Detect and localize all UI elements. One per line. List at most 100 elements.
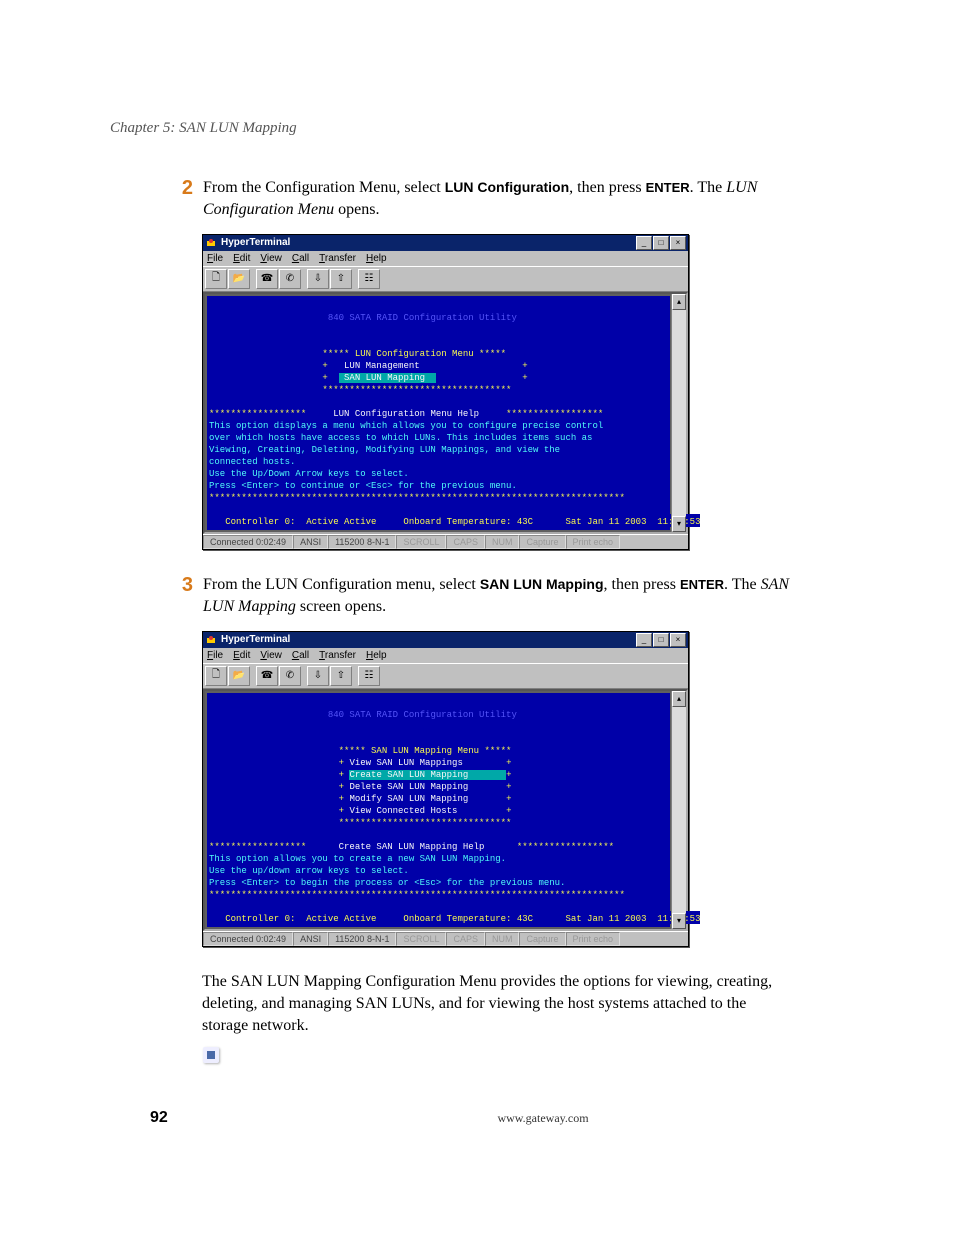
tool-open-icon[interactable]: 📂 (228, 269, 250, 289)
menu-item-modify-mapping[interactable]: Modify SAN LUN Mapping (349, 794, 468, 804)
tool-properties-icon[interactable]: ☷ (358, 666, 380, 686)
tool-properties-icon[interactable]: ☷ (358, 269, 380, 289)
help-header: LUN Configuration Menu Help (333, 409, 479, 419)
maximize-button[interactable]: □ (653, 633, 669, 647)
scroll-down-icon[interactable]: ▾ (672, 913, 686, 929)
menu-file[interactable]: File (207, 253, 223, 264)
menu-item-san-lun-mapping[interactable]: SAN LUN Mapping (339, 373, 436, 383)
app-icon (205, 634, 217, 646)
status-connected: Connected 0:02:49 (203, 932, 293, 946)
menu-item-delete-mapping[interactable]: Delete SAN LUN Mapping (349, 782, 468, 792)
status-print: Print echo (566, 535, 621, 549)
menu-help[interactable]: Help (366, 253, 387, 264)
menu-file[interactable]: File (207, 650, 223, 661)
help-line: Press <Enter> to continue or <Esc> for t… (209, 481, 517, 491)
help-header: Create SAN LUN Mapping Help (339, 842, 485, 852)
status-capture: Capture (519, 535, 565, 549)
close-button[interactable]: × (670, 236, 686, 250)
tool-connect-icon[interactable]: ☎ (256, 269, 278, 289)
window-titlebar: HyperTerminal _ □ × (203, 632, 688, 648)
help-line: Viewing, Creating, Deleting, Modifying L… (209, 445, 560, 455)
step-3: 3 From the LUN Configuration menu, selec… (110, 574, 844, 619)
scroll-down-icon[interactable]: ▾ (672, 516, 686, 532)
terminal-content[interactable]: 840 SATA RAID Configuration Utility ****… (207, 693, 670, 927)
vertical-scrollbar[interactable]: ▴ ▾ (671, 691, 686, 929)
page-footer: 92 www.gateway.com (110, 1109, 844, 1127)
app-icon (205, 237, 217, 249)
minimize-button[interactable]: _ (636, 633, 652, 647)
status-connected: Connected 0:02:49 (203, 535, 293, 549)
status-print: Print echo (566, 932, 621, 946)
status-emulation: ANSI (293, 932, 328, 946)
bold-label: SAN LUN Mapping (480, 576, 604, 592)
menu-item-view-mappings[interactable]: View SAN LUN Mappings (349, 758, 462, 768)
status-strip: Connected 0:02:49 ANSI 115200 8-N-1 SCRO… (203, 534, 688, 549)
help-line: This option displays a menu which allows… (209, 421, 603, 431)
menu-title: ***** SAN LUN Mapping Menu ***** (339, 746, 512, 756)
help-line: Press <Enter> to begin the process or <E… (209, 878, 565, 888)
menu-view[interactable]: View (260, 650, 282, 661)
hyperterminal-window: HyperTerminal _ □ × File Edit View Call … (202, 234, 689, 550)
help-line: This option allows you to create a new S… (209, 854, 506, 864)
status-caps: CAPS (446, 535, 485, 549)
step-text: From the LUN Configuration menu, select … (203, 574, 793, 619)
text: From the LUN Configuration menu, select (203, 576, 480, 593)
menu-help[interactable]: Help (366, 650, 387, 661)
tool-disconnect-icon[interactable]: ✆ (279, 269, 301, 289)
page-number: 92 (150, 1109, 242, 1127)
status-caps: CAPS (446, 932, 485, 946)
terminal-content[interactable]: 840 SATA RAID Configuration Utility ****… (207, 296, 670, 530)
status-baud: 115200 8-N-1 (328, 932, 396, 946)
menu-call[interactable]: Call (292, 253, 309, 264)
window-titlebar: HyperTerminal _ □ × (203, 235, 688, 251)
menu-item-create-mapping[interactable]: Create SAN LUN Mapping (349, 770, 506, 780)
tool-open-icon[interactable]: 📂 (228, 666, 250, 686)
screenshot-2: HyperTerminal _ □ × File Edit View Call … (202, 631, 844, 947)
menu-transfer[interactable]: Transfer (319, 253, 356, 264)
terminal-viewport: ▴ ▾ 840 SATA RAID Configuration Utility … (203, 292, 688, 534)
tool-send-icon[interactable]: ⇩ (307, 269, 329, 289)
summary-paragraph: The SAN LUN Mapping Configuration Menu p… (202, 971, 792, 1038)
status-num: NUM (485, 535, 520, 549)
tool-new-icon[interactable]: 🗋 (205, 269, 227, 289)
tool-receive-icon[interactable]: ⇧ (330, 666, 352, 686)
tool-connect-icon[interactable]: ☎ (256, 666, 278, 686)
footer-url: www.gateway.com (242, 1111, 844, 1126)
controller-status: Controller 0: Active Active Onboard Temp… (225, 914, 700, 924)
maximize-button[interactable]: □ (653, 236, 669, 250)
screenshot-1: HyperTerminal _ □ × File Edit View Call … (202, 234, 844, 550)
menu-transfer[interactable]: Transfer (319, 650, 356, 661)
close-button[interactable]: × (670, 633, 686, 647)
minimize-button[interactable]: _ (636, 236, 652, 250)
menu-item-view-hosts[interactable]: View Connected Hosts (349, 806, 457, 816)
window-title: HyperTerminal (221, 237, 636, 248)
menu-call[interactable]: Call (292, 650, 309, 661)
status-scroll: SCROLL (396, 535, 446, 549)
scroll-up-icon[interactable]: ▴ (672, 691, 686, 707)
step-number: 2 (165, 177, 193, 222)
status-baud: 115200 8-N-1 (328, 535, 396, 549)
tool-receive-icon[interactable]: ⇧ (330, 269, 352, 289)
vertical-scrollbar[interactable]: ▴ ▾ (671, 294, 686, 532)
scroll-up-icon[interactable]: ▴ (672, 294, 686, 310)
status-emulation: ANSI (293, 535, 328, 549)
text: opens. (334, 201, 379, 218)
tool-send-icon[interactable]: ⇩ (307, 666, 329, 686)
step-2: 2 From the Configuration Menu, select LU… (110, 177, 844, 222)
menu-item-lun-management[interactable]: LUN Management (344, 361, 420, 371)
text: From the Configuration Menu, select (203, 179, 445, 196)
menu-view[interactable]: View (260, 253, 282, 264)
toolbar: 🗋 📂 ☎ ✆ ⇩ ⇧ ☷ (203, 266, 688, 292)
step-text: From the Configuration Menu, select LUN … (203, 177, 793, 222)
help-line: Use the up/down arrow keys to select. (209, 866, 409, 876)
key-name: ENTER (646, 180, 690, 195)
menu-title: ***** LUN Configuration Menu ***** (322, 349, 506, 359)
tool-new-icon[interactable]: 🗋 (205, 666, 227, 686)
menu-edit[interactable]: Edit (233, 650, 250, 661)
text: . The (724, 576, 761, 593)
menu-edit[interactable]: Edit (233, 253, 250, 264)
status-strip: Connected 0:02:49 ANSI 115200 8-N-1 SCRO… (203, 931, 688, 946)
tool-disconnect-icon[interactable]: ✆ (279, 666, 301, 686)
bold-label: LUN Configuration (445, 179, 569, 195)
status-scroll: SCROLL (396, 932, 446, 946)
